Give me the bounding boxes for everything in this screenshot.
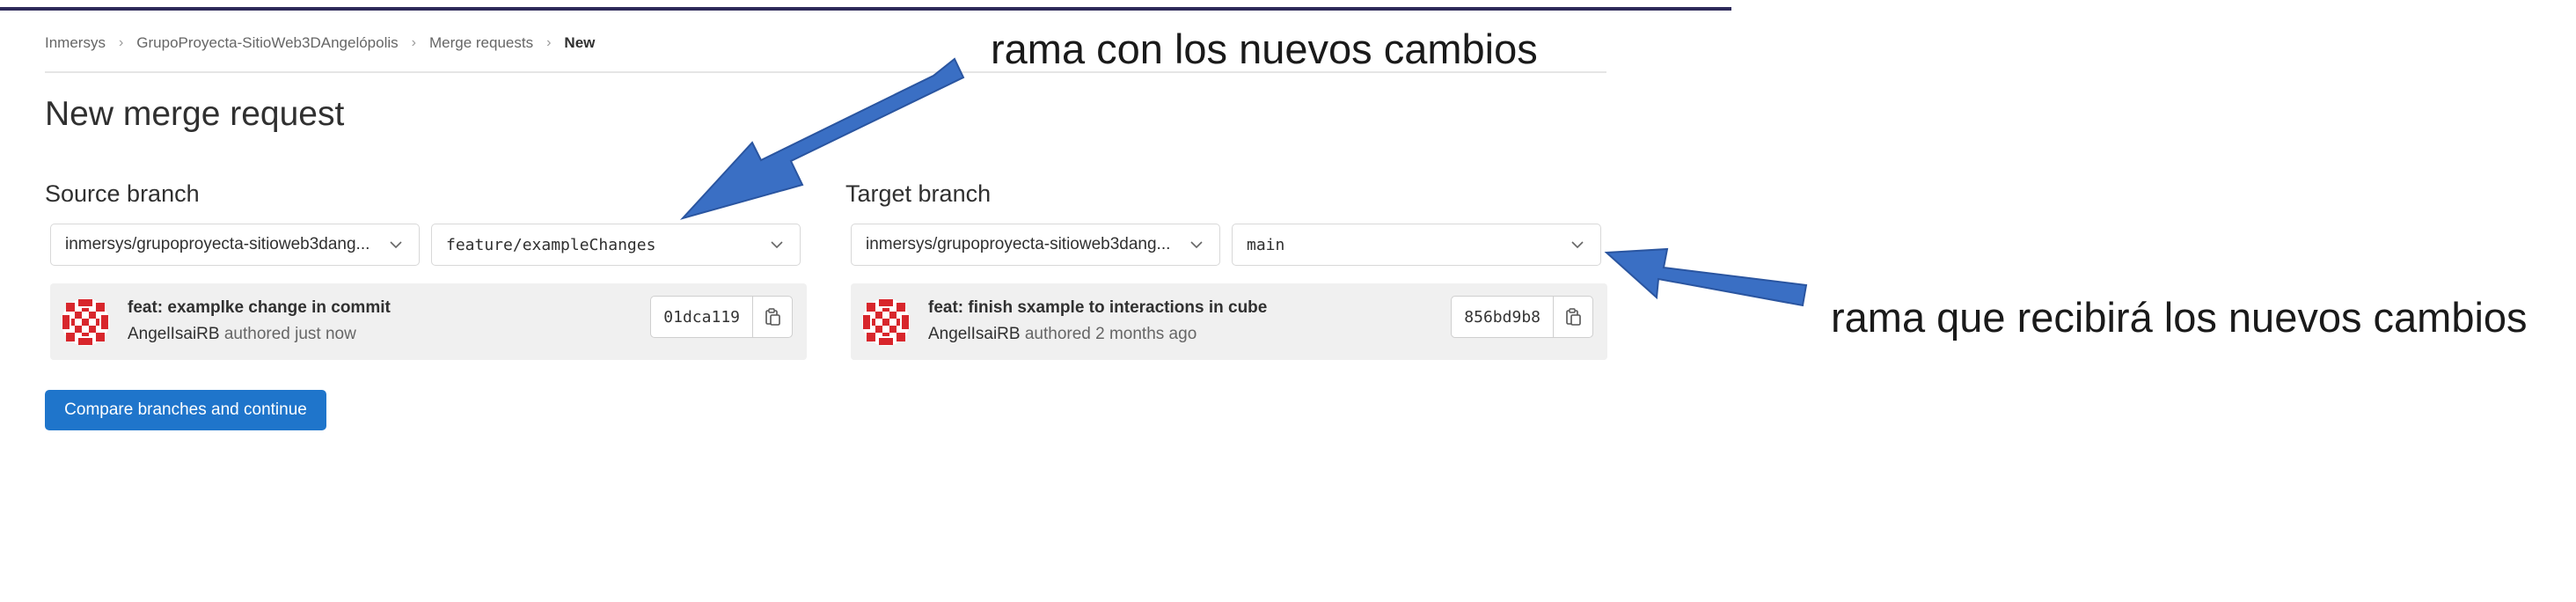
annotation-target-note: rama que recibirá los nuevos cambios: [1831, 294, 2528, 341]
annotation-source-note: rama con los nuevos cambios: [991, 26, 1538, 72]
annotation-arrow-source: [679, 57, 965, 220]
annotation-arrow-target: [1604, 247, 1808, 307]
